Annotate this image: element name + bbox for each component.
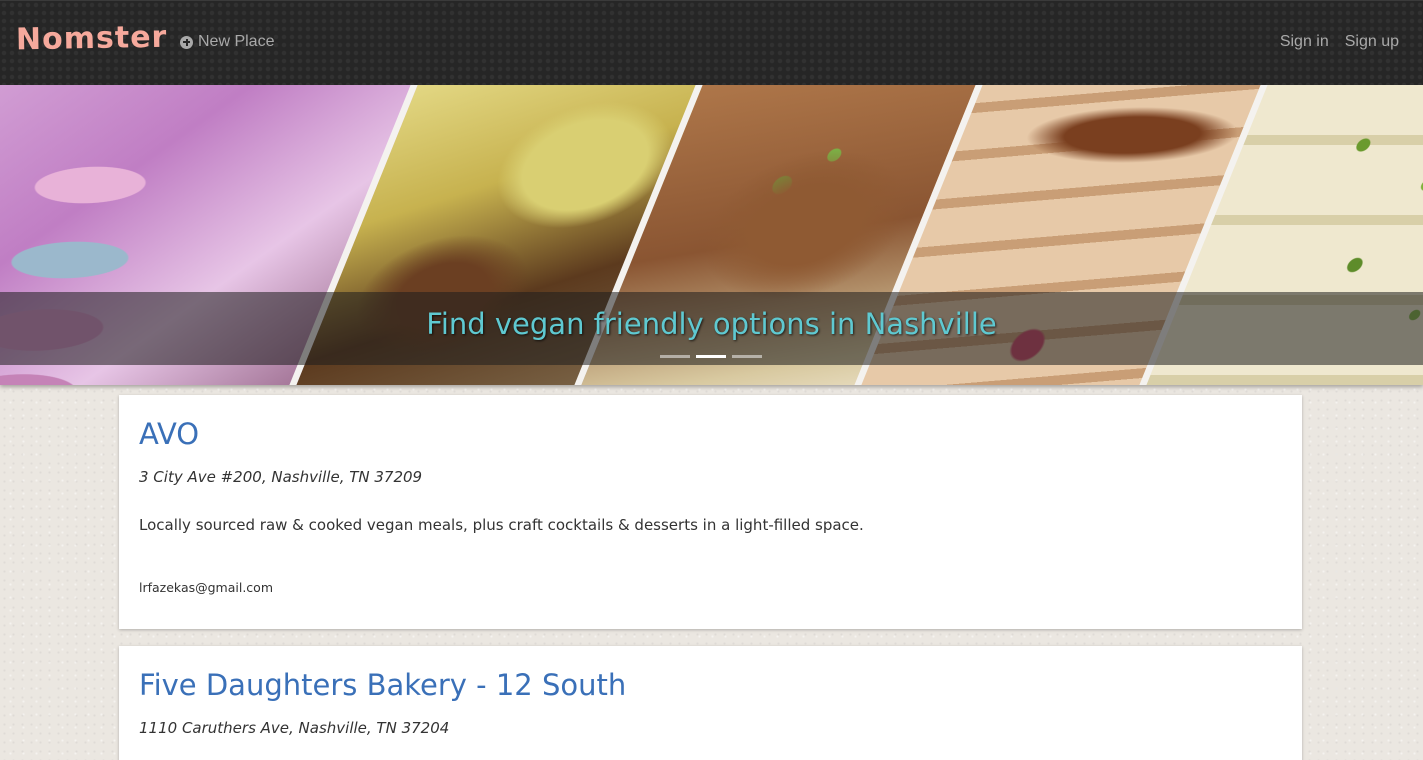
place-card: Five Daughters Bakery - 12 South 1110 Ca… [119, 646, 1302, 760]
plus-circle-icon [180, 35, 193, 49]
new-place-label: New Place [198, 33, 275, 50]
sign-in-link[interactable]: Sign in [1280, 33, 1329, 51]
hero-caption: Find vegan friendly options in Nashville [426, 307, 997, 341]
carousel-indicator-2[interactable] [696, 355, 726, 358]
place-address: 1110 Caruthers Ave, Nashville, TN 37204 [139, 719, 450, 737]
place-address: 3 City Ave #200, Nashville, TN 37209 [139, 468, 423, 486]
sign-up-link[interactable]: Sign up [1345, 33, 1399, 51]
carousel-indicator-3[interactable] [732, 355, 762, 358]
place-user-email: lrfazekas@gmail.com [139, 580, 274, 595]
carousel-indicators [660, 355, 762, 358]
brand-logo[interactable]: Nomster [16, 20, 168, 58]
place-name-link[interactable]: AVO [139, 416, 1282, 452]
carousel-indicator-1[interactable] [660, 355, 690, 358]
hero-carousel[interactable]: Find vegan friendly options in Nashville [0, 85, 1423, 385]
auth-links: Sign in Sign up [1280, 33, 1399, 51]
place-card: AVO 3 City Ave #200, Nashville, TN 37209… [119, 395, 1302, 629]
new-place-link[interactable]: New Place [180, 33, 274, 51]
place-description: Locally sourced raw & cooked vegan meals… [139, 516, 864, 534]
navbar: Nomster New Place Sign in Sign up [0, 0, 1423, 85]
place-name-link[interactable]: Five Daughters Bakery - 12 South [139, 667, 1282, 703]
